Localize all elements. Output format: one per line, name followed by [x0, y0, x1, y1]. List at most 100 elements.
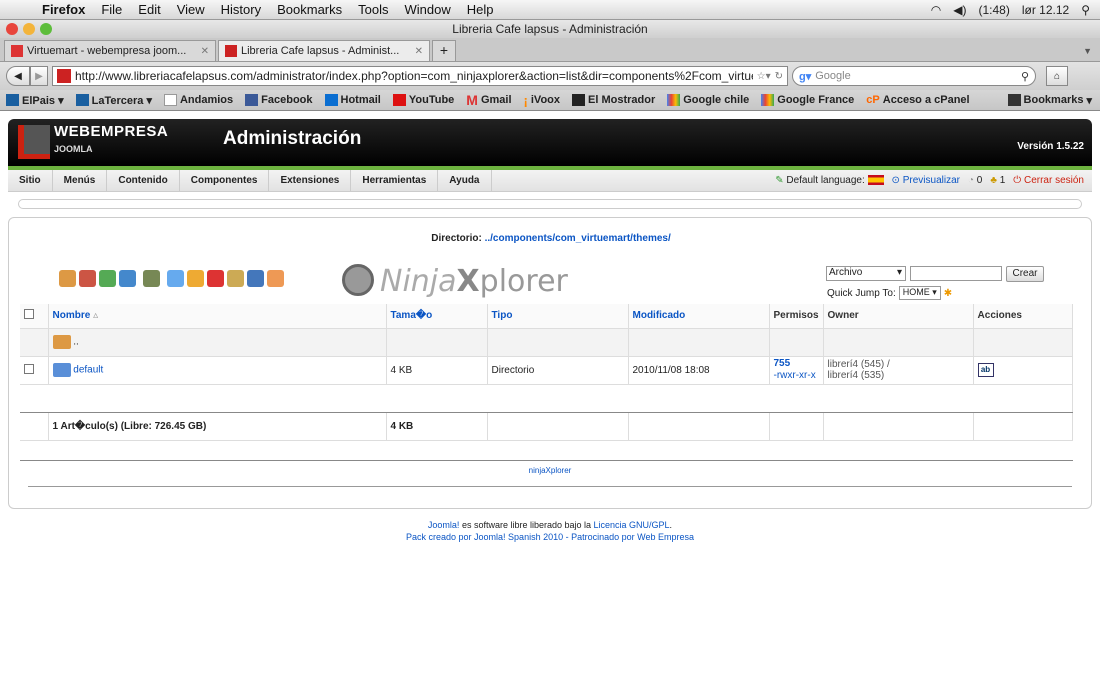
home-icon[interactable] [79, 270, 96, 287]
bookmark-label: ElPais ▾ [22, 94, 64, 107]
copy-icon[interactable] [167, 270, 184, 287]
messages-status[interactable]: ◔ 0 [968, 175, 982, 186]
bookmark-elpais[interactable]: ElPais ▾ [6, 94, 64, 107]
menu-sitio[interactable]: Sitio [8, 169, 53, 192]
users-status[interactable]: ♣ 1 [990, 175, 1005, 186]
close-window-button[interactable] [6, 23, 18, 35]
upload-icon[interactable] [143, 270, 160, 287]
bookmark-gmail[interactable]: M Gmail [466, 92, 511, 108]
col-nombre[interactable]: Nombre ▵ [48, 304, 387, 329]
ninjaxplorer-link[interactable]: ninjaXplorer [0, 466, 1100, 475]
tab-list-icon[interactable]: ▼ [1075, 46, 1100, 61]
bookmark-facebook[interactable]: Facebook [245, 94, 313, 106]
up-folder-icon[interactable] [59, 270, 76, 287]
menu-history[interactable]: History [213, 2, 269, 17]
search-box[interactable]: g▾ Google ⚲ [792, 66, 1036, 86]
col-modificado[interactable]: Modificado [628, 304, 770, 329]
bookmark-hotmail[interactable]: Hotmail [324, 94, 381, 106]
delete-icon[interactable] [207, 270, 224, 287]
spotlight-icon[interactable]: ⚲ [1081, 3, 1090, 17]
tab-close-icon[interactable]: ✕ [201, 46, 209, 57]
parent-row[interactable]: .. [20, 328, 1074, 357]
admin-menu: Sitio Menús Contenido Componentes Extens… [8, 169, 1092, 192]
move-icon[interactable] [187, 270, 204, 287]
battery-text[interactable]: (1:48) [978, 3, 1009, 17]
tab-close-icon[interactable]: ✕ [415, 46, 423, 57]
reload-icon[interactable]: ↻ [775, 71, 783, 82]
home-button[interactable]: ⌂ [1046, 66, 1068, 86]
bookmark-ivoox[interactable]: ¡ iVoox [524, 93, 560, 108]
bookmark-latercera[interactable]: LaTercera ▾ [75, 94, 152, 107]
table-row[interactable]: default 4 KB Directorio 2010/11/08 18:08… [20, 356, 1074, 385]
rename-action-icon[interactable]: ab [977, 363, 994, 377]
clock[interactable]: lør 12.12 [1022, 3, 1069, 17]
menu-help[interactable]: Help [459, 2, 502, 17]
menu-extensiones[interactable]: Extensiones [269, 169, 352, 192]
menu-ayuda[interactable]: Ayuda [438, 169, 492, 192]
logout-link[interactable]: ⏻ Cerrar sesión [1013, 175, 1084, 186]
menu-menus[interactable]: Menús [53, 169, 108, 192]
bookmark-youtube[interactable]: YouTube [392, 94, 454, 106]
bookmark-cpanel[interactable]: cP Acceso a cPanel [866, 94, 969, 106]
create-name-input[interactable] [910, 266, 1002, 281]
create-type-select[interactable]: Archivo ▾ [826, 266, 906, 281]
create-button[interactable]: Crear [1006, 266, 1044, 282]
bookmark-google-france[interactable]: Google France [761, 94, 854, 106]
file-name-link[interactable]: default [73, 365, 103, 376]
up-folder-icon[interactable] [52, 335, 71, 349]
menu-file[interactable]: File [93, 2, 130, 17]
ivoox-icon: ¡ [523, 92, 528, 108]
menu-edit[interactable]: Edit [130, 2, 168, 17]
new-tab-button[interactable]: + [432, 40, 456, 61]
col-tamano[interactable]: Tama�o [386, 304, 488, 329]
back-button[interactable]: ◀ [6, 66, 30, 86]
google-icon[interactable]: g▾ [799, 70, 811, 83]
volume-icon[interactable]: ◀) [953, 3, 966, 17]
select-all-checkbox[interactable] [24, 309, 34, 320]
preview-link[interactable]: ⊙ Previsualizar [892, 175, 960, 186]
address-bar[interactable]: http://www.libreriacafelapsus.com/admini… [52, 66, 788, 86]
sort-icon: ▵ [93, 310, 99, 322]
directory-path[interactable]: ../components/com_virtuemart/themes/ [485, 233, 671, 244]
joomla-link[interactable]: Joomla! [428, 520, 460, 530]
menu-window[interactable]: Window [397, 2, 459, 17]
menu-tools[interactable]: Tools [350, 2, 396, 17]
site-favicon [57, 69, 71, 83]
bookmark-label: El Mostrador [588, 94, 656, 106]
chmod-icon[interactable] [247, 270, 264, 287]
rename-icon[interactable] [227, 270, 244, 287]
file-permissions[interactable]: 755 -rwxr-xr-x [769, 356, 824, 385]
forward-button[interactable]: ▶ [30, 66, 48, 86]
menu-herramientas[interactable]: Herramientas [351, 169, 439, 192]
wifi-icon[interactable]: ◠ [931, 3, 941, 17]
tab-libreria[interactable]: Libreria Cafe lapsus - Administ... ✕ [218, 40, 430, 61]
language-status[interactable]: ✎ Default language: [775, 175, 884, 186]
refresh-icon[interactable] [99, 270, 116, 287]
menu-view[interactable]: View [169, 2, 213, 17]
zoom-window-button[interactable] [40, 23, 52, 35]
messages-count: 0 [976, 175, 983, 186]
bookmarks-menu-button[interactable]: Bookmarks ▾ [1007, 94, 1100, 107]
bookmark-andamios[interactable]: Andamios [163, 94, 233, 106]
jump-star-icon[interactable]: ✱ [944, 288, 952, 299]
download-icon[interactable] [267, 270, 284, 287]
license-link[interactable]: Licencia GNU/GPL [594, 520, 670, 530]
menu-componentes[interactable]: Componentes [180, 169, 270, 192]
minimize-window-button[interactable] [23, 23, 35, 35]
folder-icon[interactable] [52, 363, 71, 377]
bookmark-elmostrador[interactable]: El Mostrador [572, 94, 655, 106]
menu-app[interactable]: Firefox [34, 2, 93, 17]
bookmark-star-icon[interactable]: ☆▾ [757, 71, 771, 82]
file-modified: 2010/11/08 18:08 [628, 356, 770, 385]
search-icon[interactable] [119, 270, 136, 287]
menu-bookmarks[interactable]: Bookmarks [269, 2, 350, 17]
tab-virtuemart[interactable]: Virtuemart - webempresa joom... ✕ [4, 40, 216, 61]
search-icon[interactable]: ⚲ [1021, 70, 1029, 83]
bookmark-google-chile[interactable]: Google chile [667, 94, 749, 106]
col-tipo[interactable]: Tipo [487, 304, 629, 329]
quick-jump-select[interactable]: HOME ▾ [898, 286, 941, 300]
parent-link[interactable]: .. [73, 337, 79, 348]
pack-credit-link[interactable]: Pack creado por Joomla! Spanish 2010 - P… [0, 531, 1100, 543]
row-checkbox[interactable] [24, 363, 34, 374]
menu-contenido[interactable]: Contenido [107, 169, 180, 192]
